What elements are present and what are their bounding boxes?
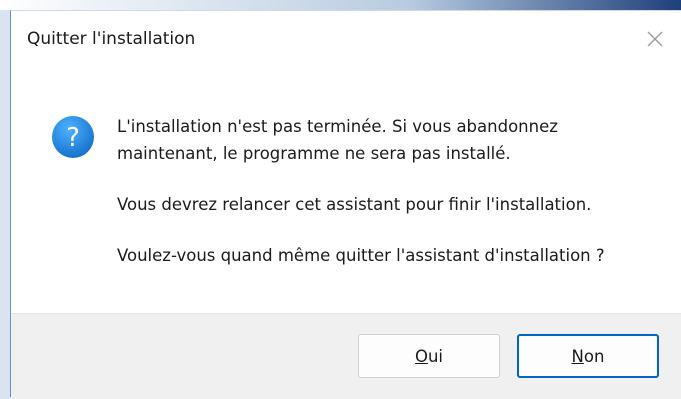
no-button-label: on bbox=[583, 346, 605, 366]
quit-setup-dialog: Quitter l'installation ? L'installation … bbox=[10, 10, 681, 399]
message-paragraph-2: Vous devrez relancer cet assistant pour … bbox=[117, 195, 592, 214]
close-button[interactable] bbox=[641, 25, 669, 53]
yes-button-label: ui bbox=[427, 346, 444, 366]
question-icon: ? bbox=[51, 115, 95, 159]
dialog-title: Quitter l'installation bbox=[27, 29, 196, 49]
message-line-2: maintenant, le programme ne sera pas ins… bbox=[117, 144, 511, 163]
message-line-1: L'installation n'est pas terminée. Si vo… bbox=[117, 117, 558, 136]
yes-button[interactable]: Oui bbox=[358, 334, 500, 378]
no-button[interactable]: Non bbox=[517, 334, 659, 378]
svg-text:?: ? bbox=[66, 123, 80, 153]
close-icon bbox=[647, 31, 663, 47]
title-bar: Quitter l'installation bbox=[11, 11, 681, 67]
button-bar: Oui Non bbox=[11, 313, 681, 399]
no-button-accelerator: N bbox=[571, 346, 584, 366]
message-paragraph-1: L'installation n'est pas terminée. Si vo… bbox=[117, 113, 657, 167]
background-window-strip bbox=[0, 0, 681, 10]
dialog-content: ? L'installation n'est pas terminée. Si … bbox=[11, 67, 681, 313]
message-text: L'installation n'est pas terminée. Si vo… bbox=[117, 113, 657, 269]
message-paragraph-3: Voulez-vous quand même quitter l'assista… bbox=[117, 246, 605, 265]
yes-button-accelerator: O bbox=[414, 346, 428, 366]
